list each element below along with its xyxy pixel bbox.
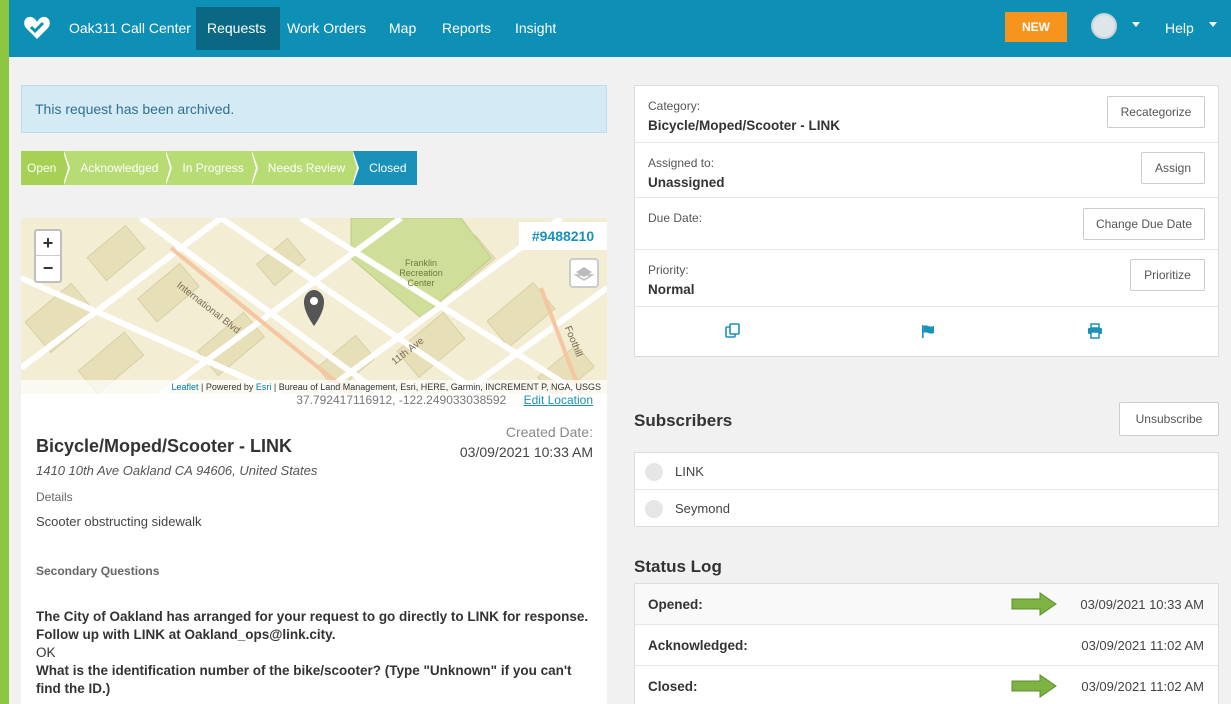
- change-due-date-button[interactable]: Change Due Date: [1083, 208, 1205, 240]
- nav-map[interactable]: Map: [389, 20, 416, 36]
- location-map[interactable]: Franklin Recreation Center International…: [21, 218, 607, 394]
- step-needs-review: Needs Review: [251, 151, 360, 185]
- due-date-label: Due Date:: [648, 211, 703, 225]
- priority-row: Priority: Normal Prioritize: [635, 250, 1218, 307]
- subscriber-name: LINK: [675, 464, 704, 479]
- log-value: 03/09/2021 10:33 AM: [1080, 597, 1204, 612]
- avatar-icon: [645, 500, 663, 518]
- help-menu[interactable]: Help: [1165, 20, 1194, 36]
- user-avatar-icon[interactable]: [1091, 13, 1117, 39]
- category-row: Category: Bicycle/Moped/Scooter - LINK R…: [635, 86, 1218, 143]
- edit-location-link[interactable]: Edit Location: [524, 393, 593, 407]
- assign-button[interactable]: Assign: [1141, 152, 1205, 184]
- esri-link[interactable]: Esri: [256, 382, 272, 392]
- archived-banner: This request has been archived.: [21, 85, 607, 133]
- print-icon[interactable]: [1087, 323, 1103, 339]
- category-value: Bicycle/Moped/Scooter - LINK: [648, 118, 841, 133]
- map-park-label-3: Center: [407, 278, 435, 288]
- question-1: The City of Oakland has arranged for you…: [36, 609, 589, 642]
- secondary-questions: The City of Oakland has arranged for you…: [36, 608, 596, 698]
- created-date-value: 03/09/2021 10:33 AM: [459, 444, 593, 460]
- step-acknowledged: Acknowledged: [64, 151, 173, 185]
- status-log-title: Status Log: [634, 557, 722, 576]
- status-log-list: Opened: 03/09/2021 10:33 AM Acknowledged…: [634, 583, 1219, 704]
- secondary-questions-label: Secondary Questions: [36, 564, 160, 578]
- help-caret-down-icon[interactable]: [1209, 22, 1217, 27]
- nav-requests[interactable]: Requests: [207, 20, 266, 36]
- left-accent-bar: [0, 0, 9, 704]
- ticket-id: #9488210: [519, 222, 607, 250]
- question-2: What is the identification number of the…: [36, 663, 572, 696]
- subscriber-name: Seymond: [675, 501, 730, 516]
- arrow-right-icon: [1011, 592, 1057, 616]
- created-date-label: Created Date:: [505, 424, 593, 440]
- log-label: Opened:: [648, 597, 703, 612]
- brand-name[interactable]: Oak311 Call Center: [69, 20, 191, 36]
- list-item[interactable]: Seymond: [635, 490, 1218, 527]
- table-row: Closed: 03/09/2021 11:02 AM: [635, 666, 1218, 704]
- map-park-label-1: Franklin: [404, 258, 437, 268]
- status-steps: Open Acknowledged In Progress Needs Revi…: [21, 151, 417, 185]
- leaflet-link[interactable]: Leaflet: [171, 382, 198, 392]
- zoom-out-button[interactable]: −: [36, 256, 60, 281]
- log-label: Closed:: [648, 679, 698, 694]
- details-value: Scooter obstructing sidewalk: [36, 514, 202, 529]
- request-detail-card: Franklin Recreation Center International…: [21, 218, 607, 704]
- arrow-right-icon: [1011, 674, 1057, 698]
- log-value: 03/09/2021 11:02 AM: [1081, 679, 1204, 694]
- coordinates-text: 37.792417116912, -122.249033038592: [296, 393, 507, 407]
- map-park-label-2: Recreation: [399, 268, 443, 278]
- list-item[interactable]: LINK: [635, 453, 1218, 490]
- new-request-button[interactable]: NEW: [1005, 12, 1067, 42]
- assigned-label: Assigned to:: [648, 156, 715, 170]
- assigned-row: Assigned to: Unassigned Assign: [635, 143, 1218, 198]
- flag-icon[interactable]: [920, 323, 936, 339]
- table-row: Opened: 03/09/2021 10:33 AM: [635, 584, 1218, 625]
- answer-1: OK: [36, 645, 56, 660]
- assigned-value: Unassigned: [648, 175, 725, 190]
- nav-insight[interactable]: Insight: [515, 20, 556, 36]
- log-label: Acknowledged:: [648, 638, 748, 653]
- layers-icon[interactable]: [569, 258, 599, 288]
- unsubscribe-button[interactable]: Unsubscribe: [1119, 402, 1219, 436]
- step-in-progress: In Progress: [166, 151, 258, 185]
- priority-label: Priority:: [648, 263, 689, 277]
- request-info-card: Category: Bicycle/Moped/Scooter - LINK R…: [634, 85, 1219, 357]
- due-date-row: Due Date: Change Due Date: [635, 198, 1218, 250]
- priority-value: Normal: [648, 282, 695, 297]
- zoom-in-button[interactable]: +: [36, 231, 60, 256]
- map-attribution: Leaflet | Powered by Esri | Bureau of La…: [21, 380, 607, 394]
- nav-reports[interactable]: Reports: [442, 20, 491, 36]
- map-coordinates: 37.792417116912, -122.249033038592 Edit …: [296, 393, 593, 407]
- details-label: Details: [36, 490, 73, 504]
- subscribers-list: LINK Seymond: [634, 452, 1219, 527]
- request-title: Bicycle/Moped/Scooter - LINK: [36, 436, 293, 456]
- table-row: Acknowledged: 03/09/2021 11:02 AM: [635, 625, 1218, 666]
- heart-logo-icon[interactable]: [23, 14, 51, 42]
- user-caret-down-icon[interactable]: [1132, 22, 1140, 27]
- recategorize-button[interactable]: Recategorize: [1107, 96, 1205, 128]
- category-label: Category:: [648, 99, 701, 113]
- step-open: Open: [21, 151, 71, 185]
- map-zoom-control: + −: [34, 229, 62, 283]
- top-navbar: Oak311 Call Center Requests Work Orders …: [9, 0, 1231, 57]
- avatar-icon: [645, 463, 663, 481]
- action-icons: [635, 307, 1218, 357]
- copy-icon[interactable]: [725, 323, 741, 339]
- prioritize-button[interactable]: Prioritize: [1130, 259, 1205, 291]
- request-address: 1410 10th Ave Oakland CA 94606, United S…: [36, 463, 318, 478]
- log-value: 03/09/2021 11:02 AM: [1081, 638, 1204, 653]
- step-closed: Closed: [353, 151, 417, 185]
- nav-work-orders[interactable]: Work Orders: [287, 20, 366, 36]
- subscribers-title: Subscribers: [634, 411, 733, 430]
